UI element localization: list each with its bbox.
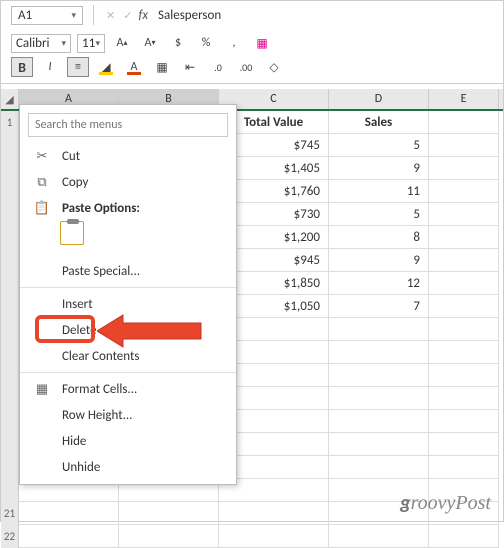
name-box-value: A1 [18, 8, 32, 23]
italic-button[interactable]: I [39, 57, 61, 77]
name-box[interactable]: A1 ▾ [11, 6, 83, 25]
menu-search-input[interactable] [28, 113, 228, 137]
merge-button[interactable]: ⇤ [179, 57, 201, 77]
decrease-decimal-icon[interactable]: .00 [235, 57, 257, 77]
context-menu: ✂ Cut ⧉ Copy 📋 Paste Options: Paste Spec… [19, 104, 237, 485]
font-color-button[interactable]: A [123, 57, 145, 77]
select-all-corner[interactable]: ◢ [1, 89, 19, 109]
cancel-icon: ✕ [106, 9, 115, 22]
menu-separator [20, 372, 236, 373]
fx-icon[interactable]: fx [138, 8, 148, 23]
clear-format-icon[interactable]: ◇ [263, 57, 285, 77]
chevron-down-icon: ▾ [95, 38, 100, 49]
check-icon: ✓ [123, 9, 132, 22]
accounting-format-icon[interactable]: $ [167, 33, 189, 53]
formula-bar[interactable]: Salesperson [158, 8, 221, 23]
menu-clear-contents[interactable]: Clear Contents [20, 343, 236, 369]
menu-insert[interactable]: Insert [20, 291, 236, 317]
conditional-format-icon[interactable]: ▦ [251, 33, 273, 53]
divider [93, 5, 94, 25]
col-header-d[interactable]: D [329, 89, 429, 109]
menu-format-cells[interactable]: ▦ Format Cells... [20, 376, 236, 402]
borders-button[interactable]: ▦ [151, 57, 173, 77]
bold-button[interactable]: B [11, 57, 33, 77]
align-button[interactable]: ≡ [67, 57, 89, 77]
watermark: ggroovyPostroovyPost [400, 491, 491, 515]
chevron-down-icon: ▾ [71, 10, 76, 21]
comma-format-icon[interactable]: , [223, 33, 245, 53]
menu-row-height[interactable]: Row Height... [20, 402, 236, 428]
font-size-select[interactable]: 11 ▾ [77, 34, 105, 53]
font-name-select[interactable]: Calibri ▾ [11, 34, 71, 53]
menu-cut[interactable]: ✂ Cut [20, 143, 236, 169]
row-header[interactable]: 1 [1, 111, 19, 134]
menu-paste-special[interactable]: Paste Special... [20, 258, 236, 284]
menu-paste-options: 📋 Paste Options: [20, 195, 236, 221]
col-header-e[interactable]: E [429, 89, 499, 109]
cut-icon: ✂ [34, 148, 50, 164]
chevron-down-icon: ▾ [61, 38, 66, 49]
format-cells-icon: ▦ [34, 381, 50, 397]
paste-clipboard-icon[interactable] [60, 221, 84, 245]
cell[interactable] [429, 111, 499, 134]
paste-icon: 📋 [34, 200, 50, 216]
fill-color-button[interactable]: ◢ [95, 57, 117, 77]
menu-separator [20, 287, 236, 288]
menu-hide[interactable]: Hide [20, 428, 236, 454]
increase-font-icon[interactable]: A▴ [111, 33, 133, 53]
copy-icon: ⧉ [34, 174, 50, 190]
menu-delete[interactable]: Delete [20, 317, 236, 343]
percent-format-icon[interactable]: % [195, 33, 217, 53]
decrease-font-icon[interactable]: A▾ [139, 33, 161, 53]
header-cell[interactable]: Sales [329, 111, 429, 134]
menu-unhide[interactable]: Unhide [20, 454, 236, 480]
ribbon: Calibri ▾ 11 ▾ A▴ A▾ $ % , ▦ B I ≡ ◢ A ▦… [1, 29, 503, 84]
increase-decimal-icon[interactable]: .0 [207, 57, 229, 77]
menu-copy[interactable]: ⧉ Copy [20, 169, 236, 195]
